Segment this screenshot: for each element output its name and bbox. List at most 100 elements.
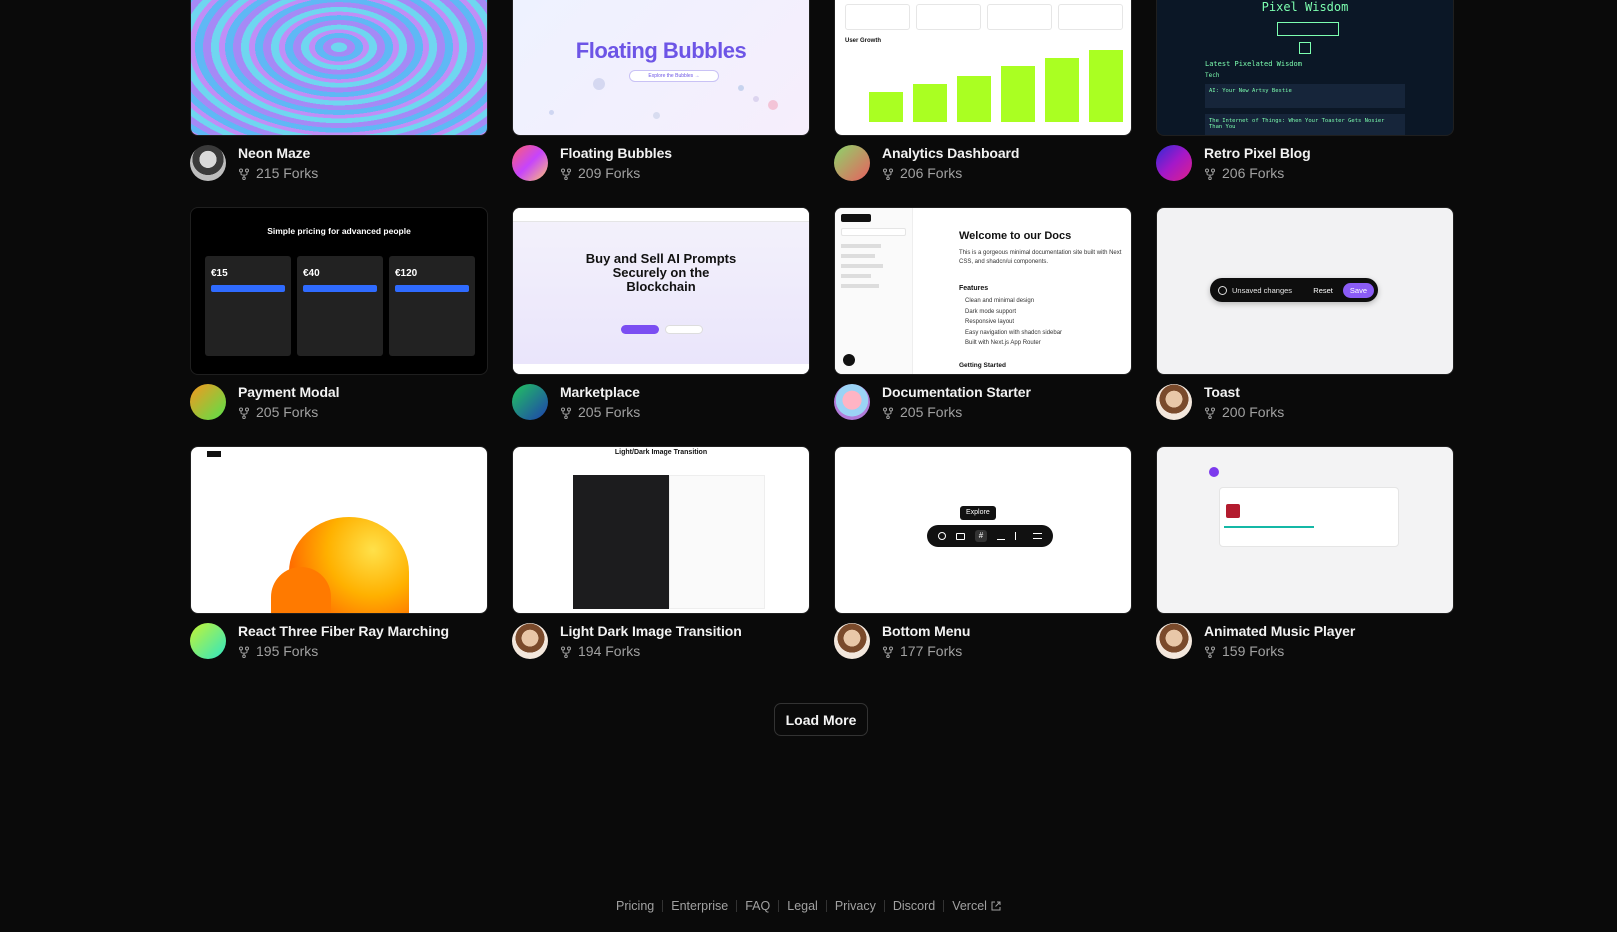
card-neon-maze[interactable]: Neon Maze 215 Forks: [190, 0, 488, 185]
fork-icon: [561, 168, 571, 180]
avatar[interactable]: [512, 384, 548, 420]
fork-count: 194 Forks: [560, 643, 742, 660]
template-gallery: Neon Maze 215 Forks Floating Bubbles Exp…: [190, 0, 1455, 663]
thumbnail-bottom-menu[interactable]: Explore #: [834, 446, 1132, 614]
card-title[interactable]: Analytics Dashboard: [882, 145, 1019, 162]
avatar[interactable]: [1156, 384, 1192, 420]
thumbnail-documentation-starter[interactable]: Welcome to our Docs This is a gorgeous m…: [834, 207, 1132, 375]
footer-link-legal[interactable]: Legal: [779, 899, 826, 913]
avatar[interactable]: [1156, 145, 1192, 181]
card-title[interactable]: Marketplace: [560, 384, 640, 401]
thumb-heading: Simple pricing for advanced people: [267, 226, 411, 236]
bar: [957, 76, 991, 122]
thumb-heading: Floating Bubbles: [575, 38, 747, 63]
card-title[interactable]: Neon Maze: [238, 145, 318, 162]
fork-count: 205 Forks: [882, 404, 1031, 421]
thumb-button: Explore the Bubbles →: [629, 70, 719, 82]
card-title[interactable]: Animated Music Player: [1204, 623, 1355, 640]
bar: [869, 92, 903, 122]
thumbnail-light-dark-image-transition[interactable]: Light/Dark Image Transition: [512, 446, 810, 614]
avatar[interactable]: [512, 623, 548, 659]
fork-count: 205 Forks: [238, 404, 339, 421]
info-icon: [1218, 285, 1227, 295]
load-more-button[interactable]: Load More: [774, 703, 868, 736]
avatar[interactable]: [512, 145, 548, 181]
fork-icon: [239, 168, 249, 180]
bar: [1089, 50, 1123, 122]
fork-count: 159 Forks: [1204, 643, 1355, 660]
fork-icon: [561, 407, 571, 419]
avatar[interactable]: [834, 145, 870, 181]
footer-link-pricing[interactable]: Pricing: [608, 899, 662, 913]
fork-icon: [1205, 407, 1215, 419]
tooltip: Explore: [960, 506, 996, 520]
thumbnail-analytics-dashboard[interactable]: User Growth: [834, 0, 1132, 136]
card-toast[interactable]: Unsaved changes Reset Save Toast 200 For…: [1156, 207, 1454, 424]
card-payment-modal[interactable]: Simple pricing for advanced people €15 €…: [190, 207, 488, 424]
thumbnail-toast[interactable]: Unsaved changes Reset Save: [1156, 207, 1454, 375]
footer-link-faq[interactable]: FAQ: [737, 899, 778, 913]
avatar[interactable]: [1156, 623, 1192, 659]
fork-count: 195 Forks: [238, 643, 449, 660]
card-light-dark-image-transition[interactable]: Light/Dark Image Transition Light Dark I…: [512, 446, 810, 663]
fork-count: 200 Forks: [1204, 404, 1284, 421]
thumbnail-payment-modal[interactable]: Simple pricing for advanced people €15 €…: [190, 207, 488, 375]
card-retro-pixel-blog[interactable]: Pixel Wisdom Latest Pixelated Wisdom Tec…: [1156, 0, 1454, 185]
avatar[interactable]: [190, 384, 226, 420]
fork-icon: [883, 407, 893, 419]
fork-icon: [1205, 168, 1215, 180]
growth-chart: [869, 50, 1123, 122]
card-title[interactable]: Light Dark Image Transition: [560, 623, 742, 640]
card-title[interactable]: Bottom Menu: [882, 623, 970, 640]
footer-nav: Pricing Enterprise FAQ Legal Privacy Dis…: [0, 899, 1617, 913]
thumbnail-neon-maze[interactable]: [190, 0, 488, 136]
card-bottom-menu[interactable]: Explore # Bottom Menu 177 Forks: [834, 446, 1132, 663]
fork-count: 205 Forks: [560, 404, 640, 421]
thumbnail-retro-pixel-blog[interactable]: Pixel Wisdom Latest Pixelated Wisdom Tec…: [1156, 0, 1454, 136]
bar: [1045, 58, 1079, 122]
bar: [913, 84, 947, 122]
bar: [1001, 66, 1035, 122]
external-link-icon: [991, 901, 1001, 911]
card-title[interactable]: Floating Bubbles: [560, 145, 672, 162]
card-title[interactable]: Retro Pixel Blog: [1204, 145, 1311, 162]
thumb-heading: Pixel Wisdom: [1261, 0, 1349, 14]
card-title[interactable]: React Three Fiber Ray Marching: [238, 623, 449, 640]
fork-count: 215 Forks: [238, 165, 318, 182]
fork-icon: [883, 646, 893, 658]
fork-icon: [883, 168, 893, 180]
footer-link-privacy[interactable]: Privacy: [827, 899, 884, 913]
thumbnail-react-three-fiber[interactable]: [190, 446, 488, 614]
fork-count: 209 Forks: [560, 165, 672, 182]
card-analytics-dashboard[interactable]: User Growth Analytics Dashboard 206 Fork…: [834, 0, 1132, 185]
avatar[interactable]: [190, 623, 226, 659]
fork-icon: [1205, 646, 1215, 658]
thumbnail-animated-music-player[interactable]: [1156, 446, 1454, 614]
thumbnail-marketplace[interactable]: Buy and Sell AI Prompts Securely on the …: [512, 207, 810, 375]
footer-link-enterprise[interactable]: Enterprise: [663, 899, 736, 913]
card-marketplace[interactable]: Buy and Sell AI Prompts Securely on the …: [512, 207, 810, 424]
fork-count: 206 Forks: [1204, 165, 1311, 182]
thumbnail-floating-bubbles[interactable]: Floating Bubbles Explore the Bubbles →: [512, 0, 810, 136]
thumb-heading: User Growth: [845, 38, 882, 44]
footer-link-discord[interactable]: Discord: [885, 899, 943, 913]
avatar[interactable]: [834, 384, 870, 420]
thumb-heading: Welcome to our Docs: [959, 230, 1072, 242]
fork-icon: [239, 407, 249, 419]
card-title[interactable]: Toast: [1204, 384, 1284, 401]
avatar[interactable]: [190, 145, 226, 181]
thumb-heading: Buy and Sell AI Prompts Securely on the …: [585, 251, 737, 294]
fork-count: 177 Forks: [882, 643, 970, 660]
features-list: Clean and minimal design Dark mode suppo…: [965, 298, 1063, 346]
card-animated-music-player[interactable]: Animated Music Player 159 Forks: [1156, 446, 1454, 663]
fork-icon: [239, 646, 249, 658]
card-react-three-fiber-ray-marching[interactable]: React Three Fiber Ray Marching 195 Forks: [190, 446, 488, 663]
card-floating-bubbles[interactable]: Floating Bubbles Explore the Bubbles → F…: [512, 0, 810, 185]
card-title[interactable]: Documentation Starter: [882, 384, 1031, 401]
thumb-heading: Light/Dark Image Transition: [614, 449, 708, 456]
card-documentation-starter[interactable]: Welcome to our Docs This is a gorgeous m…: [834, 207, 1132, 424]
footer-link-vercel[interactable]: Vercel: [944, 899, 1009, 913]
avatar[interactable]: [834, 623, 870, 659]
card-title[interactable]: Payment Modal: [238, 384, 339, 401]
fork-count: 206 Forks: [882, 165, 1019, 182]
